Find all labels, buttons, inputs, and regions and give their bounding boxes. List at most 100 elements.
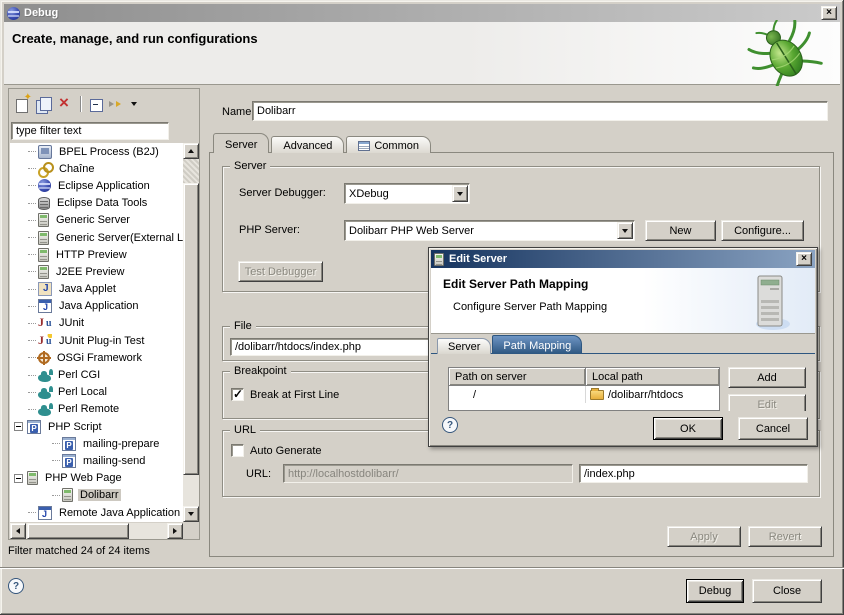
collapse-all-icon[interactable] bbox=[87, 96, 105, 113]
scroll-right-icon[interactable] bbox=[167, 523, 183, 539]
tree-item-dolibarr[interactable]: Dolibarr bbox=[10, 487, 183, 504]
configuration-name-input[interactable] bbox=[252, 101, 828, 121]
tree-item-junit[interactable]: JUnit bbox=[10, 315, 183, 332]
php-script-icon bbox=[62, 437, 76, 451]
perl-camel-icon bbox=[38, 391, 51, 399]
configurations-panel: BPEL Process (B2J) Chaîne Eclipse Applic… bbox=[8, 88, 200, 540]
tab-advanced[interactable]: Advanced bbox=[271, 136, 344, 153]
tree-item-generic-server[interactable]: Generic Server bbox=[10, 212, 183, 229]
tree-vertical-scrollbar[interactable] bbox=[183, 143, 199, 522]
dialog-titlebar[interactable]: Edit Server × bbox=[431, 250, 815, 268]
tree-item-label: mailing-prepare bbox=[81, 438, 161, 450]
toolbar-menu-caret-icon[interactable] bbox=[129, 96, 139, 113]
footer-separator bbox=[0, 567, 844, 569]
common-table-icon bbox=[358, 141, 370, 151]
tree-item-perl-local[interactable]: Perl Local bbox=[10, 384, 183, 401]
tree-item-remote-java-application[interactable]: Remote Java Application bbox=[10, 504, 183, 521]
tree-item-j2ee-preview[interactable]: J2EE Preview bbox=[10, 263, 183, 280]
server-icon bbox=[38, 213, 49, 227]
dialog-close-button[interactable]: × bbox=[796, 252, 812, 266]
scrollbar-page-area[interactable] bbox=[183, 159, 199, 183]
perl-camel-icon bbox=[38, 374, 51, 382]
tree-item-mailing-prepare[interactable]: mailing-prepare bbox=[10, 435, 183, 452]
collapse-expander-icon[interactable] bbox=[14, 474, 23, 483]
dialog-help-icon[interactable]: ? bbox=[442, 417, 458, 433]
tree-item-label: Java Applet bbox=[57, 283, 118, 295]
server-icon bbox=[27, 471, 38, 485]
edit-mapping-button[interactable]: Edit bbox=[728, 394, 806, 411]
vertical-scroll-thumb[interactable] bbox=[183, 183, 199, 475]
tree-connector bbox=[28, 409, 36, 410]
window-titlebar[interactable]: Debug × bbox=[4, 4, 840, 22]
cancel-button[interactable]: Cancel bbox=[738, 417, 808, 440]
tree-connector bbox=[28, 340, 36, 341]
delete-configuration-icon[interactable] bbox=[56, 96, 74, 113]
close-window-button[interactable]: × bbox=[821, 6, 837, 20]
tree-item-label: HTTP Preview bbox=[54, 249, 129, 261]
cell-path-on-server: / bbox=[449, 386, 586, 403]
help-icon[interactable]: ? bbox=[8, 578, 24, 594]
remote-java-icon bbox=[38, 506, 52, 520]
server-icon bbox=[38, 231, 49, 245]
tree-item-http-preview[interactable]: HTTP Preview bbox=[10, 246, 183, 263]
dialog-tab-server[interactable]: Server bbox=[437, 338, 491, 354]
dialog-tab-path-mapping[interactable]: Path Mapping bbox=[492, 335, 582, 354]
name-label: Name: bbox=[222, 106, 254, 118]
tree-connector bbox=[28, 168, 36, 169]
server-icon bbox=[38, 265, 49, 279]
tree-item-label: PHP Script bbox=[46, 421, 104, 433]
column-local-path[interactable]: Local path bbox=[586, 368, 719, 386]
tab-label: Common bbox=[374, 140, 419, 152]
table-row[interactable]: / /dolibarr/htdocs bbox=[449, 386, 719, 403]
tree-connector bbox=[28, 289, 36, 290]
tree-item-perl-cgi[interactable]: Perl CGI bbox=[10, 366, 183, 383]
scroll-up-icon[interactable] bbox=[183, 143, 199, 159]
tree-connector bbox=[28, 237, 36, 238]
banner: Create, manage, and run configurations bbox=[4, 22, 840, 85]
tree-item-perl-remote[interactable]: Perl Remote bbox=[10, 401, 183, 418]
close-button[interactable]: Close bbox=[752, 579, 822, 603]
chain-icon bbox=[38, 162, 52, 176]
tree-item-junit-plugin-test[interactable]: JUnit Plug-in Test bbox=[10, 332, 183, 349]
tree-item-php-script[interactable]: PHP Script bbox=[10, 418, 183, 435]
tab-common[interactable]: Common bbox=[346, 136, 431, 153]
tree-connector bbox=[28, 323, 36, 324]
tree-item-java-applet[interactable]: Java Applet bbox=[10, 281, 183, 298]
scroll-left-icon[interactable] bbox=[10, 523, 26, 539]
tree-item-mailing-send[interactable]: mailing-send bbox=[10, 452, 183, 469]
tab-server[interactable]: Server bbox=[213, 133, 269, 153]
banner-title: Create, manage, and run configurations bbox=[12, 31, 258, 46]
tree-connector bbox=[52, 443, 60, 444]
bpel-process-icon bbox=[38, 145, 52, 159]
collapse-expander-icon[interactable] bbox=[14, 422, 23, 431]
configurations-toolbar bbox=[11, 91, 139, 117]
type-filter-input[interactable] bbox=[11, 122, 169, 140]
add-mapping-button[interactable]: Add bbox=[728, 367, 806, 388]
duplicate-configuration-icon[interactable] bbox=[35, 96, 53, 113]
tree-item-label: mailing-send bbox=[81, 455, 147, 467]
tree-item-generic-server-external[interactable]: Generic Server(External La bbox=[10, 229, 183, 246]
tree-item-eclipse-data-tools[interactable]: Eclipse Data Tools bbox=[10, 195, 183, 212]
ok-button[interactable]: OK bbox=[653, 417, 723, 440]
filter-launch-icon[interactable] bbox=[108, 96, 126, 113]
tree-horizontal-scrollbar[interactable] bbox=[10, 523, 183, 539]
tree-item-chaine[interactable]: Chaîne bbox=[10, 160, 183, 177]
server-icon bbox=[62, 488, 73, 502]
edit-server-dialog: Edit Server × Edit Server Path Mapping C… bbox=[428, 247, 818, 447]
tab-label: Server bbox=[448, 341, 480, 353]
tree-item-php-web-page[interactable]: PHP Web Page bbox=[10, 470, 183, 487]
new-configuration-icon[interactable] bbox=[14, 96, 32, 113]
tree-item-osgi-framework[interactable]: OSGi Framework bbox=[10, 349, 183, 366]
tree-item-label: Perl CGI bbox=[56, 369, 102, 381]
window-title: Debug bbox=[24, 7, 821, 19]
dialog-header: Edit Server Path Mapping Configure Serve… bbox=[431, 268, 815, 334]
tree-item-label: Perl Remote bbox=[56, 403, 121, 415]
column-path-on-server[interactable]: Path on server bbox=[449, 368, 586, 386]
debug-button[interactable]: Debug bbox=[686, 579, 744, 603]
tree-item-label: BPEL Process (B2J) bbox=[57, 146, 161, 158]
tree-item-bpel-process[interactable]: BPEL Process (B2J) bbox=[10, 143, 183, 160]
tree-item-eclipse-application[interactable]: Eclipse Application bbox=[10, 177, 183, 194]
scroll-down-icon[interactable] bbox=[183, 506, 199, 522]
horizontal-scroll-thumb[interactable] bbox=[27, 523, 129, 539]
tree-item-java-application[interactable]: Java Application bbox=[10, 298, 183, 315]
